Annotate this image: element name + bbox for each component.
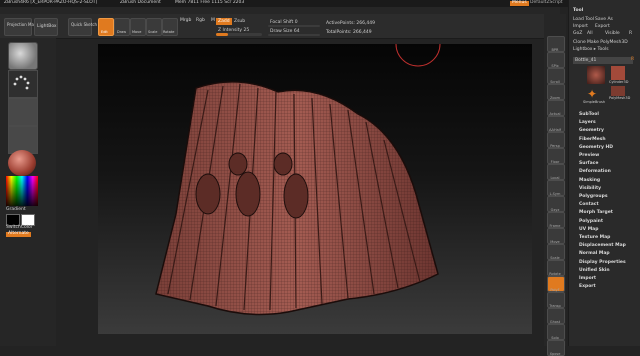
subpalette-surface[interactable]: Surface: [579, 161, 598, 166]
subpalette-geometry-hd[interactable]: Geometry HD: [579, 145, 613, 150]
subpalette-fibermesh[interactable]: FiberMesh: [579, 137, 606, 142]
current-tool-r[interactable]: R: [631, 57, 634, 62]
subpalette-texture-map[interactable]: Texture Map: [579, 235, 610, 240]
subpalette-deformation[interactable]: Deformation: [579, 169, 611, 174]
material-thumbnail[interactable]: [8, 150, 36, 176]
tool-palette-title: Tool: [573, 8, 584, 13]
polymesh3d-thumb[interactable]: [611, 86, 625, 96]
subpalette-polypaint[interactable]: Polypaint: [579, 219, 603, 224]
cylinder3d-thumb[interactable]: [611, 66, 625, 80]
subpalette-export[interactable]: Export: [579, 284, 596, 289]
brush-thumbnail[interactable]: [8, 42, 38, 70]
subpalette-contact[interactable]: Contact: [579, 202, 599, 207]
document-name: ZBrush Document: [120, 0, 161, 5]
title-bar: ZBrush4R6 [X_ERPOR-PAZO-HQS-2-SLOT] ZBru…: [0, 0, 640, 7]
simplebrush-label: SimpleBrush: [583, 100, 606, 104]
subpalette-masking[interactable]: Masking: [579, 178, 600, 183]
subpalette-layers[interactable]: Layers: [579, 120, 596, 125]
zsub-button[interactable]: Zsub: [234, 19, 245, 24]
m-button[interactable]: M: [211, 18, 215, 23]
app-title: ZBrush4R6 [X_ERPOR-PAZO-HQS-2-SLOT]: [4, 0, 98, 5]
import-button[interactable]: Import: [573, 24, 588, 29]
subpalette-normal-map[interactable]: Normal Map: [579, 251, 610, 256]
right-icon-shelf: BPR SPix Scroll Zoom Actual AAHalf Persp Floor L…: [544, 14, 566, 356]
alpha-thumbnail[interactable]: [8, 98, 38, 126]
subpalette-geometry[interactable]: Geometry: [579, 128, 604, 133]
projection-master-button[interactable]: Projection Master: [4, 18, 42, 36]
subpalette-uv-map[interactable]: UV Map: [579, 227, 598, 232]
total-points: TotalPoints: 266,449: [326, 30, 372, 35]
tool-palette: Tool Load Tool Save As Import Export GoZ…: [568, 0, 640, 346]
zadd-button[interactable]: Zadd: [216, 18, 232, 25]
lightbox-button[interactable]: LightBox: [34, 18, 58, 36]
r-button[interactable]: R: [629, 31, 632, 36]
simplebrush-icon[interactable]: ✦: [587, 88, 601, 100]
gradient-label[interactable]: Gradient: [6, 207, 26, 213]
color-picker[interactable]: [6, 176, 38, 206]
z-intensity-slider[interactable]: [216, 33, 262, 36]
subpalette-morph-target[interactable]: Morph Target: [579, 210, 613, 215]
switch-color-button[interactable]: SwitchColor: [6, 225, 33, 231]
edit-button[interactable]: Edit: [98, 18, 114, 36]
focal-shift-slider[interactable]: [268, 25, 320, 27]
goz-button[interactable]: GoZ: [573, 31, 582, 36]
clone-button[interactable]: Clone: [573, 40, 586, 45]
subpalette-subtool[interactable]: SubTool: [579, 112, 599, 117]
make-polymesh-button[interactable]: Make PolyMesh3D: [587, 40, 628, 45]
subpalette-visibility[interactable]: Visibility: [579, 186, 601, 191]
rotate-button[interactable]: Rotate: [162, 18, 178, 36]
menu-bar: AlphaBrushColorDocumentDrawEditFileLayer…: [0, 7, 560, 25]
current-tool-thumb[interactable]: [587, 66, 605, 84]
menus-button[interactable]: Menus: [510, 0, 529, 6]
polymesh3d-label: PolyMesh3D: [609, 96, 631, 100]
viewport-canvas[interactable]: [98, 44, 532, 334]
active-points: ActivePoints: 266,449: [326, 21, 375, 26]
save-as-button[interactable]: Save As: [595, 17, 613, 22]
right-icon-label: Xpose: [549, 352, 561, 356]
scale-button[interactable]: Scale: [146, 18, 162, 36]
draw-button[interactable]: Draw: [114, 18, 130, 36]
rgb-button[interactable]: Rgb: [196, 18, 205, 23]
all-button[interactable]: All: [587, 31, 593, 36]
alternate-button[interactable]: Alternate: [6, 231, 31, 237]
lightbox-tools-button[interactable]: Lightbox ▸ Tools: [573, 47, 609, 52]
load-tool-button[interactable]: Load Tool: [573, 17, 594, 22]
subpalette-displacement-map[interactable]: Displacement Map: [579, 243, 626, 248]
visible-button[interactable]: Visible: [605, 31, 620, 36]
subpalette-preview[interactable]: Preview: [579, 153, 599, 158]
vase-model: [155, 81, 439, 316]
color-picker-shade: [6, 176, 38, 206]
quick-sketch-button[interactable]: Quick Sketch: [68, 18, 97, 36]
draw-size-slider[interactable]: [268, 34, 320, 36]
subpalette-unified-skin[interactable]: Unified Skin: [579, 268, 610, 273]
subpalette-display-properties[interactable]: Display Properties: [579, 260, 626, 265]
subpalette-import[interactable]: Import: [579, 276, 596, 281]
current-tool-slider[interactable]: Bottle_41: [573, 57, 633, 64]
export-button[interactable]: Export: [595, 24, 610, 29]
brush-cursor: [395, 44, 441, 67]
memory-info: Mem 7811 Free 1115 Scr 2203: [175, 0, 245, 5]
model-view: [155, 44, 441, 316]
subpalette-polygroups[interactable]: Polygroups: [579, 194, 608, 199]
z-intensity-fill: [216, 33, 228, 36]
stroke-thumbnail[interactable]: [8, 70, 38, 98]
default-zscript[interactable]: DefaultZScript: [530, 0, 563, 6]
cylinder3d-label: Cylinder3D: [609, 80, 629, 84]
top-toolbar: Projection Master LightBox Quick Sketch …: [0, 14, 560, 39]
mrgb-button[interactable]: Mrgb: [180, 18, 191, 23]
left-shelf: Gradient SwitchColor Alternate: [0, 38, 56, 346]
dots-stroke-icon: [13, 75, 30, 90]
move-button[interactable]: Move: [130, 18, 146, 36]
